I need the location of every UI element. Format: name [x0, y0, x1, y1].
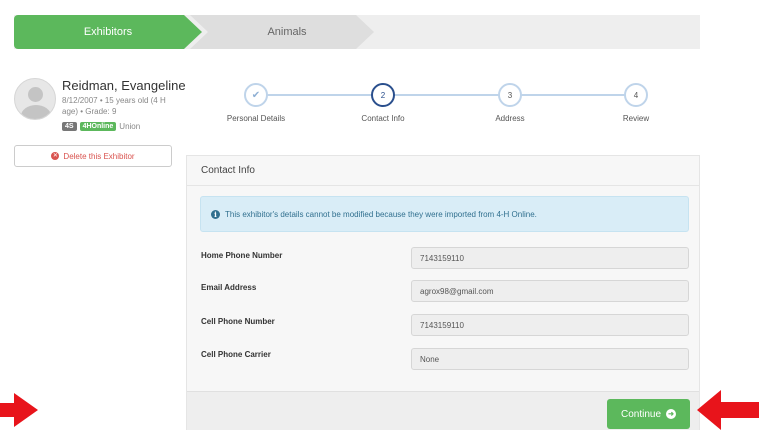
step-2-number: 2	[380, 90, 386, 100]
avatar-icon	[14, 78, 56, 120]
info-alert-text: This exhibitor's details cannot be modif…	[225, 209, 537, 219]
step-1-label: Personal Details	[226, 114, 286, 123]
tab-animals[interactable]: Animals	[190, 15, 374, 49]
exhibitor-badges: 4S 4HOnline Union	[62, 122, 140, 131]
delete-exhibitor-label: Delete this Exhibitor	[63, 151, 135, 161]
club-badge: 4S	[62, 122, 77, 131]
exhibitor-details: 8/12/2007 • 15 years old (4 H age) • Gra…	[62, 96, 166, 116]
step-3-number: 3	[507, 90, 513, 100]
cell-phone-field[interactable]: 7143159110	[411, 314, 689, 336]
cell-carrier-label: Cell Phone Carrier	[201, 350, 271, 359]
checkmark-icon: ✔	[251, 89, 261, 101]
email-field[interactable]: agrox98@gmail.com	[411, 280, 689, 302]
arrow-right-circle-icon: ➜	[666, 409, 677, 419]
panel-title: Contact Info	[187, 156, 699, 186]
step-1-circle[interactable]: ✔	[244, 83, 268, 107]
home-phone-label: Home Phone Number	[201, 251, 283, 260]
step-2-label: Contact Info	[361, 114, 405, 123]
step-4-number: 4	[633, 90, 639, 100]
continue-label: Continue	[620, 408, 662, 420]
cell-carrier-field[interactable]: None	[411, 348, 689, 370]
contact-info-panel: Contact Info i This exhibitor's details …	[186, 155, 700, 430]
tab-exhibitors-label: Exhibitors	[83, 26, 133, 38]
step-connector	[520, 94, 626, 96]
email-label: Email Address	[201, 283, 257, 292]
step-2-circle[interactable]: 2	[371, 83, 395, 107]
club-name: Union	[119, 122, 141, 131]
step-connector	[392, 94, 510, 96]
continue-button[interactable]: Continue ➜	[607, 399, 690, 429]
wizard-stepper: ✔ 2 3 4 Personal Details Contact Info Ad…	[186, 78, 700, 128]
info-icon: i	[211, 209, 220, 219]
step-4-circle[interactable]: 4	[624, 83, 648, 107]
home-phone-field[interactable]: 7143159110	[411, 247, 689, 269]
tab-exhibitors[interactable]: Exhibitors	[14, 15, 202, 49]
cell-phone-label: Cell Phone Number	[201, 317, 275, 326]
remove-circle-icon: ✕	[51, 152, 60, 160]
4honline-badge: 4HOnline	[79, 122, 117, 131]
delete-exhibitor-button[interactable]: ✕ Delete this Exhibitor	[14, 145, 172, 167]
exhibitor-name: Reidman, Evangeline	[62, 78, 186, 93]
wizard-tab-bar: Exhibitors Animals	[14, 15, 700, 49]
step-3-circle[interactable]: 3	[498, 83, 522, 107]
step-3-label: Address	[495, 114, 525, 123]
step-4-label: Review	[622, 114, 650, 123]
left-red-arrow-icon	[0, 393, 38, 427]
tab-animals-label: Animals	[267, 26, 307, 38]
right-red-arrow-icon	[697, 390, 759, 430]
step-connector	[256, 94, 386, 96]
info-alert: i This exhibitor's details cannot be mod…	[200, 196, 689, 232]
